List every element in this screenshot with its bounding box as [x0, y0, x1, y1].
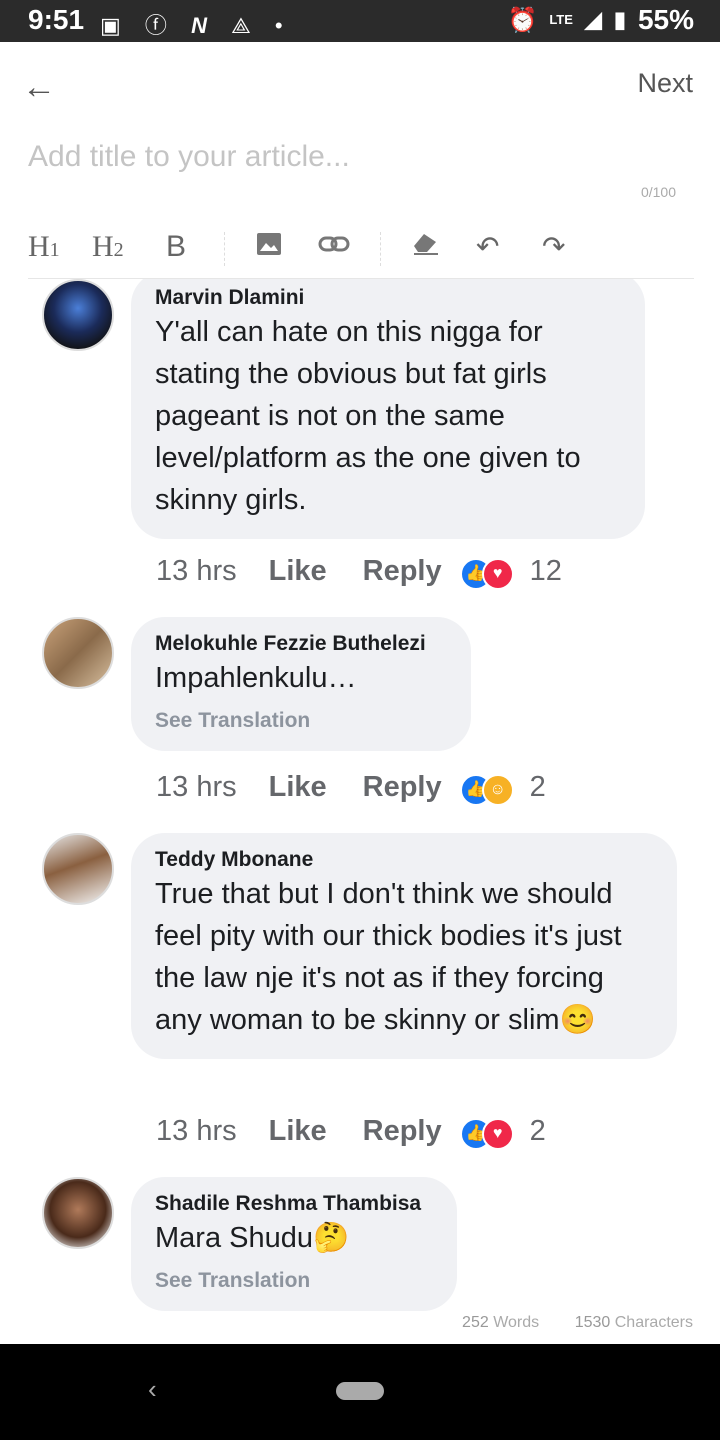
heading1-icon[interactable]: H1: [28, 230, 60, 264]
comment-actions: 13 hrs Like Reply 👍 ☺ 2: [156, 771, 546, 806]
article-title-input[interactable]: [28, 140, 688, 174]
reply-button[interactable]: Reply: [363, 771, 442, 804]
format-toolbar: H1 H2 B ↶ ↷: [28, 224, 694, 279]
words-count: 252: [462, 1314, 489, 1331]
link-icon[interactable]: [318, 230, 350, 264]
n-app-icon: N: [191, 13, 207, 38]
reaction-count: 2: [529, 1115, 546, 1147]
chars-label: Characters: [614, 1314, 693, 1331]
title-char-counter: 0/100: [640, 184, 676, 200]
gallery-icon: ▣: [100, 13, 121, 38]
comment-time: 13 hrs: [156, 555, 237, 587]
back-arrow-icon[interactable]: ←: [22, 68, 56, 107]
comment-bubble: Marvin Dlamini Y'all can hate on this ni…: [131, 279, 645, 539]
article-body[interactable]: Marvin Dlamini Y'all can hate on this ni…: [0, 279, 720, 1311]
comment-bubble: Shadile Reshma Thambisa Mara Shudu🤔 See …: [131, 1177, 457, 1311]
comment-text: Impahlenkulu…: [155, 662, 357, 694]
battery-percent: 55%: [637, 4, 694, 35]
reaction-count: 12: [529, 555, 562, 587]
avatar: [42, 1177, 114, 1249]
word-char-count: 252 Words 1530 Characters: [462, 1314, 693, 1332]
comment-actions: 13 hrs Like Reply 👍 ♥ 2: [156, 1115, 546, 1150]
reactions[interactable]: 👍 ♥: [459, 1116, 518, 1150]
alarm-icon: ⏰: [507, 6, 538, 34]
status-bar: 9:51 ▣ ⓕ N ⟁ • ⏰ LTE ◢ ▮ 55%: [0, 0, 720, 42]
notification-icons: ▣ ⓕ N ⟁ •: [100, 8, 301, 40]
comment-bubble: Teddy Mbonane True that but I don't thin…: [131, 833, 677, 1059]
love-reaction-icon: ♥: [481, 1117, 514, 1150]
dot-icon: •: [274, 13, 283, 38]
system-nav-bar: ‹: [0, 1344, 720, 1440]
avatar: [42, 279, 114, 351]
image-icon[interactable]: [256, 230, 282, 264]
status-time: 9:51: [28, 4, 85, 35]
comment-text: True that but I don't think we should fe…: [155, 878, 622, 1036]
next-button[interactable]: Next: [637, 68, 693, 99]
like-button[interactable]: Like: [269, 555, 327, 588]
toolbar-divider: [224, 232, 226, 266]
care-reaction-icon: ☺: [481, 773, 514, 806]
like-button[interactable]: Like: [269, 1115, 327, 1148]
heading2-icon[interactable]: H2: [92, 230, 124, 264]
status-right: ⏰ LTE ◢ ▮ 55%: [507, 4, 694, 36]
bold-icon[interactable]: B: [166, 230, 186, 264]
facebook-icon: ⓕ: [144, 13, 167, 38]
eraser-icon[interactable]: [410, 230, 440, 264]
like-button[interactable]: Like: [269, 771, 327, 804]
network-label: LTE: [549, 12, 573, 27]
words-label: Words: [493, 1314, 540, 1331]
editor-header: ← Next: [0, 42, 720, 128]
commenter-name: Teddy Mbonane: [155, 848, 314, 871]
reply-button[interactable]: Reply: [363, 555, 442, 588]
share-icon: ⟁: [231, 13, 251, 38]
see-translation-link[interactable]: See Translation: [155, 1269, 433, 1293]
comment-time: 13 hrs: [156, 771, 237, 803]
reply-button[interactable]: Reply: [363, 1115, 442, 1148]
love-reaction-icon: ♥: [481, 557, 514, 590]
reaction-count: 2: [529, 771, 546, 803]
signal-icon: ◢: [584, 7, 602, 32]
nav-back-icon[interactable]: ‹: [148, 1374, 157, 1405]
commenter-name: Melokuhle Fezzie Buthelezi: [155, 632, 426, 655]
avatar: [42, 617, 114, 689]
commenter-name: Marvin Dlamini: [155, 286, 305, 309]
commenter-name: Shadile Reshma Thambisa: [155, 1192, 422, 1215]
comment-actions: 13 hrs Like Reply 👍 ♥ 12: [156, 555, 562, 590]
comment-time: 13 hrs: [156, 1115, 237, 1147]
undo-icon[interactable]: ↶: [476, 230, 499, 264]
battery-icon: ▮: [613, 7, 626, 32]
avatar: [42, 833, 114, 905]
redo-icon[interactable]: ↷: [542, 230, 565, 264]
see-translation-link[interactable]: See Translation: [155, 709, 447, 733]
toolbar-divider: [380, 232, 382, 266]
reactions[interactable]: 👍 ♥: [459, 556, 518, 590]
comment-bubble: Melokuhle Fezzie Buthelezi Impahlenkulu……: [131, 617, 471, 751]
nav-home-pill[interactable]: [336, 1382, 384, 1400]
reactions[interactable]: 👍 ☺: [459, 772, 518, 806]
comment-text: Y'all can hate on this nigga for stating…: [155, 316, 581, 516]
chars-count: 1530: [574, 1314, 611, 1331]
comment-text: Mara Shudu🤔: [155, 1222, 350, 1254]
